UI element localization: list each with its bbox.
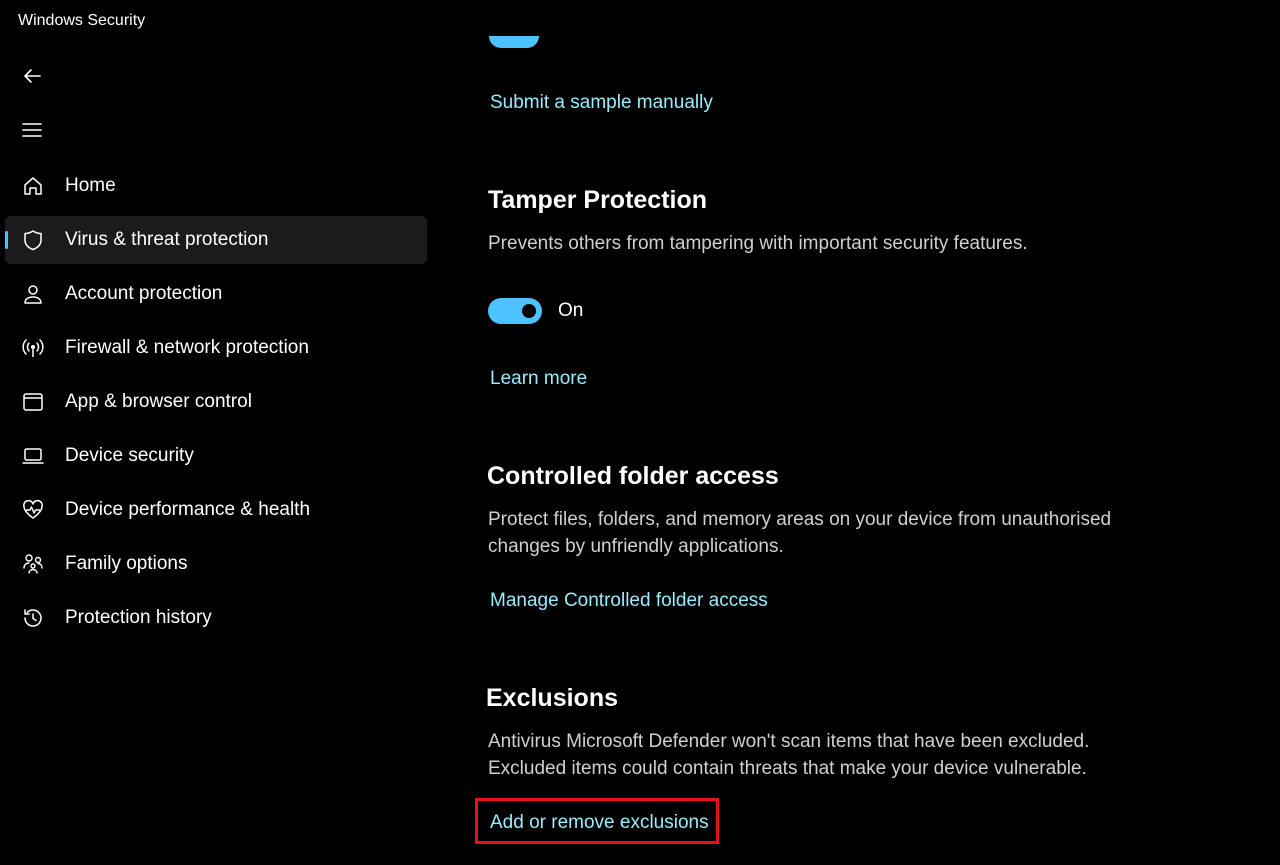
controlled-folder-access-description: Protect files, folders, and memory areas… xyxy=(488,509,1112,557)
manage-controlled-folder-access-link[interactable]: Manage Controlled folder access xyxy=(490,590,768,612)
sidebar-item-label: Device performance & health xyxy=(65,499,311,520)
tamper-protection-description: Prevents others from tampering with impo… xyxy=(488,233,1028,254)
history-icon xyxy=(20,605,46,631)
hamburger-icon xyxy=(22,123,42,137)
sidebar-item-account-protection[interactable]: Account protection xyxy=(5,270,427,318)
home-icon xyxy=(20,173,46,199)
sidebar-item-label: Family options xyxy=(65,553,188,574)
cloud-protection-toggle-partial[interactable] xyxy=(489,36,539,48)
heart-pulse-icon xyxy=(20,497,46,523)
submit-sample-link[interactable]: Submit a sample manually xyxy=(490,92,713,114)
sidebar-item-device-security[interactable]: Device security xyxy=(5,432,427,480)
sidebar-item-firewall-network-protection[interactable]: Firewall & network protection xyxy=(5,324,427,372)
toggle-knob xyxy=(522,304,536,318)
tamper-protection-toggle[interactable] xyxy=(488,298,542,324)
sidebar-item-label: Firewall & network protection xyxy=(65,337,309,358)
sidebar-item-family-options[interactable]: Family options xyxy=(5,540,427,588)
tamper-protection-toggle-state: On xyxy=(558,300,584,321)
learn-more-link[interactable]: Learn more xyxy=(490,368,587,390)
sidebar-item-label: Home xyxy=(65,175,116,196)
sidebar-item-virus-threat-protection[interactable]: Virus & threat protection xyxy=(5,216,427,264)
sidebar-item-label: Protection history xyxy=(65,607,212,628)
browser-window-icon xyxy=(20,389,46,415)
active-indicator xyxy=(5,231,8,249)
person-icon xyxy=(20,281,46,307)
menu-button[interactable] xyxy=(18,116,46,144)
laptop-icon xyxy=(20,443,46,469)
shield-icon xyxy=(20,227,46,253)
sidebar: Home Virus & threat protection Account p… xyxy=(0,0,440,865)
tamper-protection-heading: Tamper Protection xyxy=(488,186,708,214)
back-arrow-icon xyxy=(24,69,41,83)
back-button[interactable] xyxy=(18,62,46,90)
sidebar-item-protection-history[interactable]: Protection history xyxy=(5,594,427,642)
sidebar-item-label: Device security xyxy=(65,445,194,466)
controlled-folder-access-heading: Controlled folder access xyxy=(487,462,779,490)
family-icon xyxy=(20,551,46,577)
sidebar-item-label: Virus & threat protection xyxy=(65,229,269,250)
sidebar-item-label: Account protection xyxy=(65,283,223,304)
sidebar-item-device-performance-health[interactable]: Device performance & health xyxy=(5,486,427,534)
sidebar-item-label: App & browser control xyxy=(65,391,252,412)
exclusions-heading: Exclusions xyxy=(486,684,618,712)
exclusions-description: Antivirus Microsoft Defender won't scan … xyxy=(488,731,1090,779)
sidebar-item-home[interactable]: Home xyxy=(5,162,427,210)
highlight-box xyxy=(475,798,719,844)
wifi-signal-icon xyxy=(20,335,46,361)
main-content: Submit a sample manually Tamper Protecti… xyxy=(486,0,1266,865)
sidebar-item-app-browser-control[interactable]: App & browser control xyxy=(5,378,427,426)
